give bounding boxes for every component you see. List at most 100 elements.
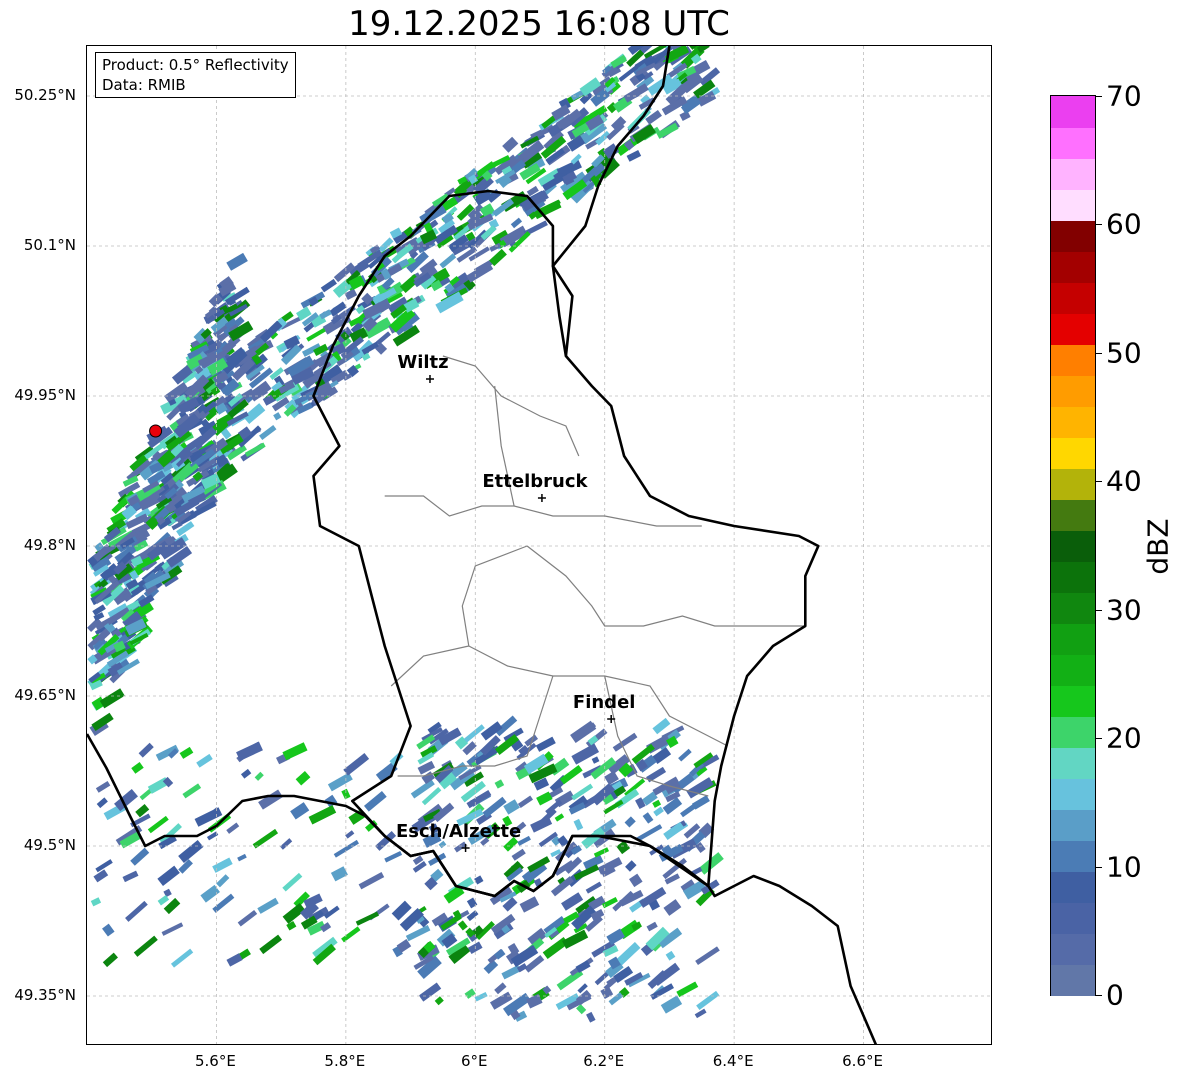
radar-echo bbox=[102, 952, 118, 968]
radar-echo bbox=[330, 866, 348, 882]
radar-echo bbox=[258, 789, 283, 810]
radar-echo bbox=[464, 988, 476, 999]
radar-echo bbox=[625, 860, 637, 872]
radar-echo bbox=[519, 896, 540, 913]
radar-echo bbox=[259, 934, 283, 955]
colorbar-band bbox=[1051, 406, 1095, 438]
colorbar-band bbox=[1051, 189, 1095, 221]
colorbar-band bbox=[1051, 220, 1095, 252]
radar-echo bbox=[282, 872, 303, 892]
radar-echo bbox=[358, 872, 385, 890]
colorbar-band bbox=[1051, 561, 1095, 593]
radar-echo bbox=[161, 922, 184, 936]
colorbar-band bbox=[1051, 468, 1095, 500]
colorbar-band bbox=[1051, 499, 1095, 531]
radar-echo bbox=[93, 869, 109, 883]
radar-echo bbox=[319, 309, 332, 320]
radar-echo bbox=[290, 802, 310, 820]
radar-echo bbox=[257, 897, 279, 914]
radar-echo bbox=[680, 801, 700, 818]
radar-echo bbox=[157, 865, 180, 886]
radar-echo bbox=[122, 870, 139, 883]
canton-border bbox=[384, 495, 702, 527]
radar-echo bbox=[96, 797, 108, 809]
colorbar-band bbox=[1051, 592, 1095, 624]
radar-echo bbox=[179, 746, 194, 759]
lon-tick-label: 6.6°E bbox=[842, 1052, 883, 1070]
radar-echo bbox=[466, 262, 494, 283]
radar-echo bbox=[343, 753, 370, 776]
radar-echo bbox=[678, 748, 692, 762]
radar-echo bbox=[530, 816, 553, 833]
colorbar-tick-label: 70 bbox=[1106, 79, 1142, 113]
radar-echo bbox=[676, 981, 699, 998]
radar-echo bbox=[629, 873, 643, 888]
colorbar-tick bbox=[1096, 995, 1102, 996]
radar-echo bbox=[466, 897, 478, 909]
colorbar-tick bbox=[1096, 96, 1102, 97]
lat-tick-label: 50.25°N bbox=[14, 86, 76, 104]
colorbar-band bbox=[1051, 127, 1095, 159]
colorbar-tick bbox=[1096, 224, 1102, 226]
colorbar-tick-label: 60 bbox=[1106, 207, 1142, 241]
map-title: 19.12.2025 16:08 UTC bbox=[348, 4, 730, 44]
lat-tick-label: 50.1°N bbox=[23, 236, 76, 254]
radar-echo bbox=[653, 806, 664, 817]
radar-echo bbox=[510, 217, 523, 229]
colorbar-band bbox=[1051, 809, 1095, 841]
radar-echo bbox=[102, 923, 115, 937]
colorbar-band bbox=[1051, 96, 1095, 128]
lat-tick-label: 49.35°N bbox=[14, 986, 76, 1004]
radar-echo bbox=[626, 150, 642, 162]
colorbar-tick-label: 50 bbox=[1106, 336, 1142, 370]
city-label: Ettelbruck bbox=[482, 471, 588, 492]
radar-echo bbox=[237, 853, 247, 862]
radar-echo bbox=[125, 900, 148, 922]
radar-echo bbox=[517, 795, 534, 808]
radar-echo bbox=[147, 815, 169, 834]
radar-echo bbox=[439, 253, 457, 269]
radar-map[interactable]: Product: 0.5° Reflectivity Data: RMIB bbox=[86, 45, 992, 1045]
radar-echo bbox=[363, 790, 387, 812]
colorbar-tick bbox=[1096, 866, 1102, 868]
radar-echo bbox=[694, 1008, 707, 1019]
radar-echo bbox=[212, 893, 235, 913]
canton-border bbox=[442, 355, 580, 457]
radar-echo bbox=[200, 884, 220, 903]
radar-echo bbox=[586, 1011, 596, 1023]
colorbar-band bbox=[1051, 344, 1095, 376]
radar-echo bbox=[434, 996, 444, 1006]
canton-border bbox=[526, 545, 806, 627]
radar-echo bbox=[130, 847, 150, 866]
radar-echo bbox=[133, 935, 158, 957]
colorbar-label: dBZ bbox=[1141, 518, 1175, 575]
colorbar-tick-label: 30 bbox=[1106, 593, 1142, 627]
colorbar-tick-label: 20 bbox=[1106, 721, 1142, 755]
radar-echo bbox=[308, 805, 337, 825]
radar-echo bbox=[636, 824, 663, 842]
radar-echo bbox=[282, 742, 308, 761]
colorbar-band bbox=[1051, 654, 1095, 686]
radar-echo bbox=[355, 911, 379, 926]
radar-echo bbox=[562, 929, 589, 949]
data-source-label: Data: RMIB bbox=[102, 76, 186, 94]
radar-echo bbox=[665, 950, 676, 961]
radar-echo bbox=[663, 899, 682, 916]
lon-tick-label: 5.8°E bbox=[324, 1052, 366, 1070]
colorbar-tick bbox=[1096, 481, 1102, 483]
radar-echo bbox=[212, 857, 233, 873]
radar-echo bbox=[252, 828, 279, 849]
radar-echo bbox=[696, 990, 720, 1011]
colorbar-tick bbox=[1096, 352, 1102, 354]
radar-echo bbox=[95, 781, 111, 793]
radar-echo bbox=[585, 881, 602, 894]
radar-echo bbox=[236, 741, 263, 761]
colorbar-band bbox=[1051, 437, 1095, 469]
radar-echo bbox=[535, 736, 556, 752]
colorbar-tick bbox=[1096, 609, 1102, 611]
radar-echo bbox=[482, 796, 507, 818]
radar-echo bbox=[244, 442, 266, 457]
colorbar-band bbox=[1051, 747, 1095, 779]
lat-tick-label: 49.5°N bbox=[23, 836, 76, 854]
radar-echo bbox=[554, 813, 565, 822]
